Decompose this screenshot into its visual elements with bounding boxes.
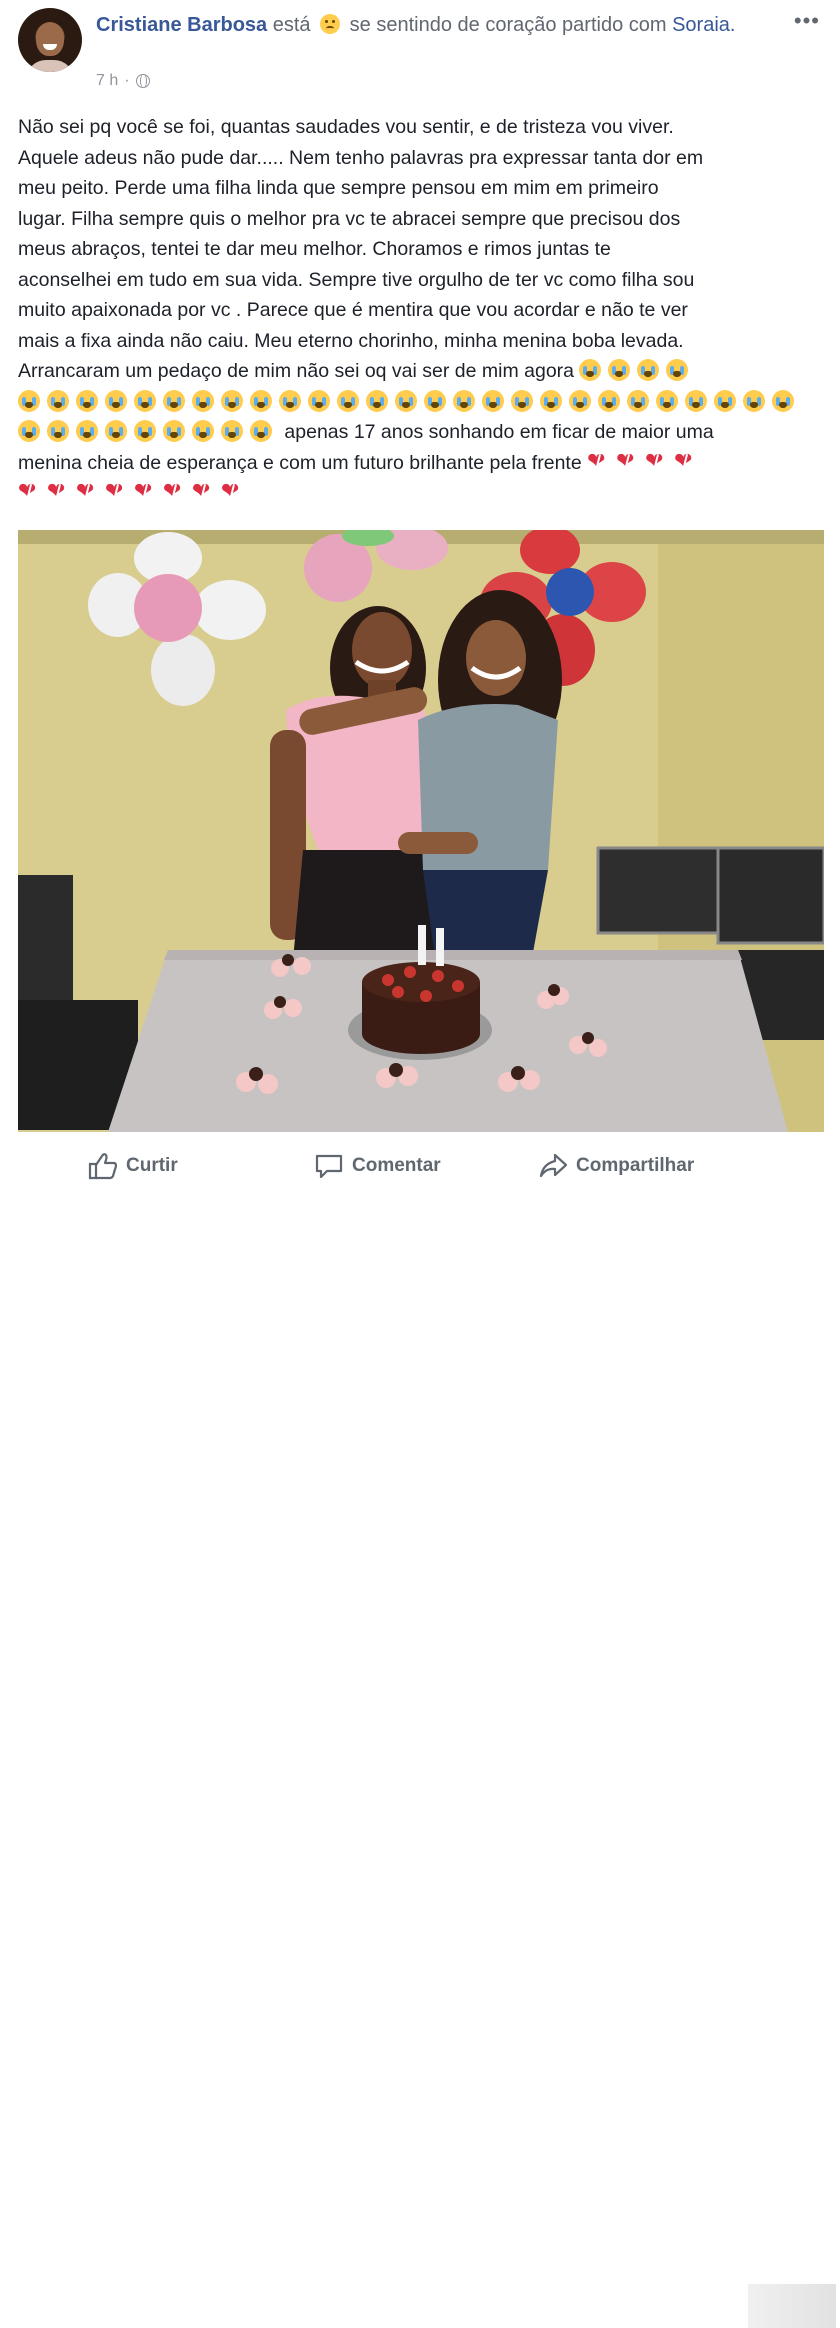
meta-separator: · <box>124 72 130 89</box>
comment-icon <box>315 1154 343 1179</box>
loudly-crying-face-icon <box>134 420 156 442</box>
post-header: Cristiane Barbosa está se sentindo de co… <box>0 0 840 110</box>
loudly-crying-face-icon <box>627 389 649 412</box>
share-button[interactable]: Compartilhar <box>538 1152 694 1180</box>
loudly-crying-face-icon <box>47 420 69 442</box>
post-line: lugar. Filha sempre quis o melhor pra vc… <box>18 207 681 230</box>
comment-label: Comentar <box>352 1155 441 1176</box>
loudly-crying-face-icon <box>482 389 504 412</box>
broken-heart-icon <box>645 448 667 476</box>
loudly-crying-face-icon <box>743 389 765 412</box>
loudly-crying-face-icon <box>337 389 359 412</box>
post-meta: 7 h · <box>96 72 150 90</box>
post-line: Aquele adeus não pude dar..... Nem tenho… <box>18 146 704 169</box>
post-line: Não sei pq você se foi, quantas saudades… <box>18 116 674 138</box>
loudly-crying-face-icon <box>637 359 660 381</box>
post-line: meus abraços, tentei te dar meu melhor. … <box>18 238 611 260</box>
broken-heart-icon <box>221 478 243 506</box>
loudly-crying-face-icon <box>453 389 475 412</box>
loudly-crying-face-icon <box>511 389 533 412</box>
feeling-text: se sentindo de coração partido com <box>349 14 667 36</box>
broken-heart-icon <box>163 478 185 506</box>
broken-heart-icon <box>76 478 98 506</box>
loudly-crying-face-icon <box>714 389 736 412</box>
emoji-line <box>18 478 824 509</box>
post-body: Não sei pq você se foi, quantas saudades… <box>18 112 824 509</box>
post-line: aconselhei em tudo em sua vida. Sempre t… <box>18 268 695 291</box>
loudly-crying-face-icon <box>279 389 301 412</box>
globe-icon[interactable] <box>135 74 150 88</box>
broken-heart-icon <box>587 448 609 476</box>
post-line-with-emoji: menina cheia de esperança e com um futur… <box>18 448 824 479</box>
share-label: Compartilhar <box>576 1155 695 1176</box>
like-button[interactable]: Curtir <box>88 1152 178 1180</box>
broken-heart-icon <box>674 448 696 476</box>
loudly-crying-face-icon <box>685 389 707 412</box>
broken-heart-icon <box>134 478 156 506</box>
broken-heart-icon <box>47 478 69 506</box>
loudly-crying-face-icon <box>540 389 562 412</box>
loudly-crying-face-icon <box>250 389 272 412</box>
loudly-crying-face-icon <box>105 420 127 442</box>
loudly-crying-face-icon <box>47 389 69 412</box>
post-photo[interactable] <box>18 530 824 1132</box>
loudly-crying-face-icon <box>18 420 40 442</box>
comment-button[interactable]: Comentar <box>314 1152 441 1180</box>
loudly-crying-face-icon <box>772 389 794 412</box>
author-name[interactable]: Cristiane Barbosa <box>96 14 267 36</box>
broken-heart-icon <box>105 478 127 506</box>
loudly-crying-face-icon <box>163 389 185 412</box>
loudly-crying-face-icon <box>192 389 214 412</box>
loudly-crying-face-icon <box>569 389 591 412</box>
loudly-crying-face-icon <box>134 389 156 412</box>
loudly-crying-face-icon <box>598 389 620 412</box>
author-avatar[interactable] <box>18 8 82 72</box>
loudly-crying-face-icon <box>656 389 678 412</box>
birthday-photo <box>18 530 824 1132</box>
post-headline: Cristiane Barbosa está se sentindo de co… <box>96 10 786 40</box>
thumbs-up-icon <box>88 1153 118 1180</box>
broken-heart-icon <box>616 448 638 476</box>
post-line: meu peito. Perde uma filha linda que sem… <box>18 177 659 199</box>
sad-face-icon <box>320 14 341 34</box>
more-options-icon[interactable]: ••• <box>794 8 820 34</box>
broken-heart-icon <box>192 478 214 506</box>
action-bar: Curtir Comentar Compartilhar <box>0 1138 840 2328</box>
post-line-with-emoji: Arrancaram um pedaço de mim não sei oq v… <box>18 356 824 387</box>
loudly-crying-face-icon <box>424 389 446 412</box>
loudly-crying-face-icon <box>105 389 127 412</box>
loudly-crying-face-icon <box>308 389 330 412</box>
loudly-crying-face-icon <box>76 420 98 442</box>
post-line: muito apaixonada por vc . Parece que é m… <box>18 299 688 321</box>
loudly-crying-face-icon <box>666 359 689 381</box>
loudly-crying-face-icon <box>395 389 417 412</box>
loudly-crying-face-icon <box>221 420 243 442</box>
headline-verb: está <box>272 14 311 36</box>
loudly-crying-face-icon <box>76 389 98 412</box>
tagged-friend[interactable]: Soraia. <box>672 14 735 36</box>
post-line: mais a fixa ainda não caiu. Meu eterno c… <box>18 329 684 352</box>
loudly-crying-face-icon <box>250 420 272 442</box>
broken-heart-icon <box>18 478 40 506</box>
loudly-crying-face-icon <box>608 359 631 381</box>
blurred-region <box>748 2284 836 2328</box>
emoji-line <box>18 387 824 418</box>
loudly-crying-face-icon <box>221 389 243 412</box>
loudly-crying-face-icon <box>192 420 214 442</box>
post-time[interactable]: 7 h <box>96 72 118 90</box>
loudly-crying-face-icon <box>163 420 185 442</box>
share-icon <box>539 1153 568 1178</box>
post-line-with-emoji: apenas 17 anos sonhando em ficar de maio… <box>18 417 824 448</box>
loudly-crying-face-icon <box>18 389 40 412</box>
loudly-crying-face-icon <box>366 389 388 412</box>
loudly-crying-face-icon <box>579 359 602 381</box>
like-label: Curtir <box>126 1155 178 1176</box>
